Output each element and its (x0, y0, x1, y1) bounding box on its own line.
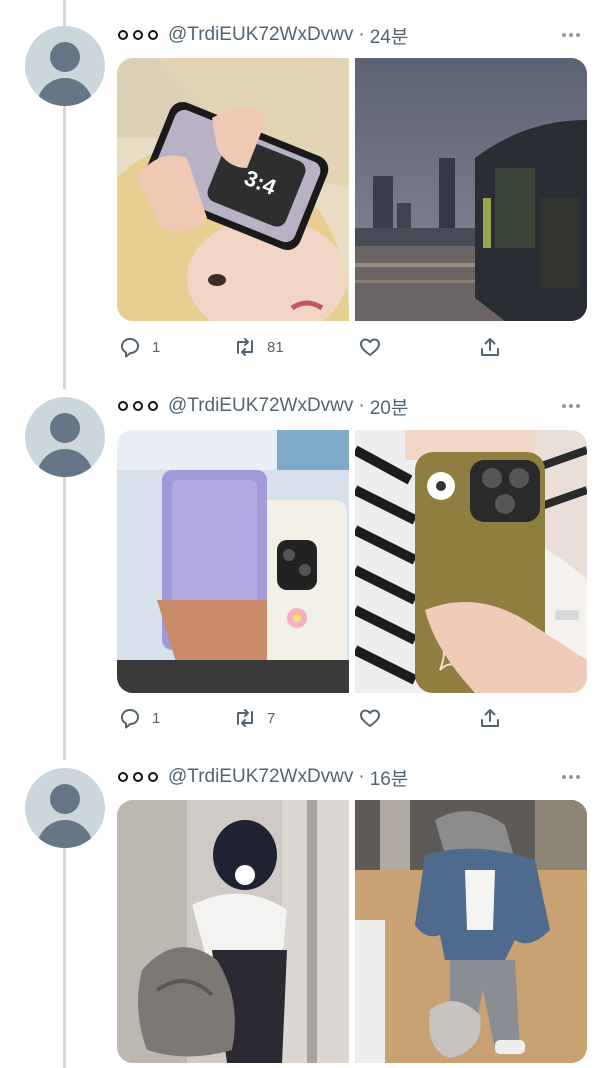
avatar[interactable] (25, 397, 105, 477)
retweet-count: 7 (267, 709, 276, 727)
media-photo[interactable]: 3:4 (117, 58, 349, 321)
media-photo[interactable] (355, 800, 587, 1063)
retweet-icon (237, 338, 253, 356)
blurred-name (118, 401, 158, 411)
tweet-header: @TrdiEUK72WxDvwv · 20분 (118, 393, 408, 419)
handle[interactable]: @TrdiEUK72WxDvwv (168, 766, 353, 788)
timestamp[interactable]: 16분 (370, 764, 409, 791)
like-button[interactable] (358, 335, 392, 359)
reply-count: 1 (152, 709, 161, 727)
tweet-header: @TrdiEUK72WxDvwv · 24분 (118, 22, 408, 48)
handle[interactable]: @TrdiEUK72WxDvwv (168, 24, 353, 46)
media-photo[interactable] (117, 800, 349, 1063)
reply-count: 1 (152, 338, 161, 356)
media-photo[interactable] (355, 58, 587, 321)
media-grid (117, 430, 587, 693)
media-grid (117, 800, 587, 1063)
heart-icon (360, 338, 380, 356)
thread-line (63, 848, 66, 1068)
handle[interactable]: @TrdiEUK72WxDvwv (168, 395, 353, 417)
timestamp[interactable]: 20분 (370, 393, 409, 420)
timestamp[interactable]: 24분 (370, 22, 409, 49)
reply-icon (121, 709, 139, 729)
tweet-header: @TrdiEUK72WxDvwv · 16분 (118, 764, 408, 790)
share-icon (481, 709, 499, 727)
retweet-button[interactable]: 81 (233, 335, 284, 359)
thread-line (63, 106, 66, 389)
share-button[interactable] (478, 706, 502, 730)
reply-icon (121, 338, 139, 358)
share-button[interactable] (478, 335, 502, 359)
reply-button[interactable]: 1 (118, 335, 160, 359)
media-grid: 3:4 (117, 58, 587, 321)
retweet-button[interactable]: 7 (233, 706, 275, 730)
tweet-actions: 1 81 (118, 335, 508, 359)
reply-button[interactable]: 1 (118, 706, 160, 730)
more-icon[interactable] (562, 393, 580, 419)
retweet-icon (237, 709, 253, 727)
thread-line (63, 0, 66, 26)
like-button[interactable] (358, 706, 392, 730)
share-icon (481, 338, 499, 356)
media-photo[interactable] (117, 430, 349, 693)
avatar[interactable] (25, 26, 105, 106)
blurred-name (118, 30, 158, 40)
tweet-actions: 1 7 (118, 706, 508, 730)
thread-line (63, 477, 66, 760)
retweet-count: 81 (267, 338, 284, 356)
avatar[interactable] (25, 768, 105, 848)
more-icon[interactable] (562, 764, 580, 790)
more-icon[interactable] (562, 22, 580, 48)
heart-icon (360, 709, 380, 727)
media-photo[interactable] (352, 430, 587, 693)
blurred-name (118, 772, 158, 782)
